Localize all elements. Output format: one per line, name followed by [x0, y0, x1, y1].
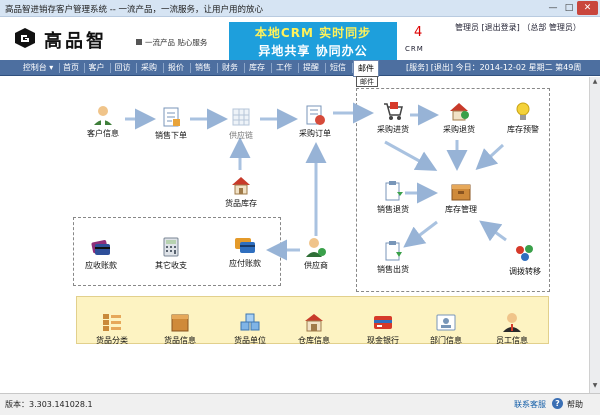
base-goods-info[interactable]: 货品信息: [155, 311, 205, 346]
warehouse-icon: [305, 314, 323, 332]
scroll-up-icon[interactable]: ▲: [591, 78, 599, 88]
purchase-order-icon: [306, 105, 325, 125]
bulb-icon: [516, 102, 530, 120]
bank-card-icon: [374, 316, 392, 329]
supply-chain-icon: [232, 108, 250, 126]
cards-icon: [91, 240, 110, 255]
flow-other-income[interactable]: 其它收支: [146, 236, 196, 271]
flow-purchase-return[interactable]: 采购退货: [436, 100, 482, 135]
flow-sales-return[interactable]: 销售退货: [368, 180, 418, 215]
base-data-panel: 货品分类 货品信息 货品单位 仓库信息 现金银行 部门信息 员工信息: [76, 296, 549, 346]
box-icon: [451, 184, 471, 201]
goods-box-icon: [171, 314, 189, 332]
supplier-icon: [306, 238, 326, 257]
cart-icon: [384, 102, 403, 120]
contact-service-link[interactable]: 联系客服: [514, 399, 546, 410]
clipboard-out-icon: [385, 241, 402, 261]
flow-payable[interactable]: 应付账款: [220, 234, 270, 269]
flow-customer-info[interactable]: 客户信息: [78, 104, 128, 139]
flow-stock-manage[interactable]: 库存管理: [436, 180, 486, 215]
flow-purchase-in[interactable]: 采购进货: [370, 100, 416, 135]
clipboard-icon: [385, 181, 403, 201]
flow-purchase-order[interactable]: 采购订单: [292, 104, 338, 139]
flow-sales-order[interactable]: 销售下单: [146, 106, 196, 141]
help-icon[interactable]: ?: [552, 398, 563, 409]
base-goods-category[interactable]: 货品分类: [87, 311, 137, 346]
base-warehouse-info[interactable]: 仓库信息: [289, 311, 339, 346]
customer-icon: [94, 106, 112, 125]
card-payment-icon: [235, 238, 255, 253]
flow-sales-out[interactable]: 销售出货: [368, 240, 418, 275]
flow-transfer[interactable]: 调拨转移: [500, 242, 550, 277]
scroll-down-icon[interactable]: ▼: [591, 382, 599, 392]
flow-supplier[interactable]: 供应商: [294, 236, 338, 271]
version-text: 版本：3.303.141028.1: [5, 400, 93, 409]
flow-goods-stock[interactable]: 货品库存: [216, 174, 266, 209]
base-goods-unit[interactable]: 货品单位: [225, 311, 275, 346]
flow-arrows: [125, 102, 507, 261]
cubes-icon: [240, 313, 260, 331]
house-return-icon: [450, 103, 469, 121]
calculator-icon: [163, 237, 179, 257]
flow-receivable[interactable]: 应收账款: [76, 236, 126, 271]
category-icon: [103, 314, 121, 331]
base-cash-bank[interactable]: 现金银行: [355, 311, 411, 346]
order-form-icon: [163, 107, 180, 127]
id-card-icon: [436, 314, 456, 331]
transfer-icon: [516, 245, 533, 261]
base-staff-info[interactable]: 员工信息: [487, 311, 537, 346]
help-link[interactable]: 帮助: [567, 399, 583, 410]
flow-stock-alert[interactable]: 库存预警: [498, 100, 548, 135]
base-department-info[interactable]: 部门信息: [421, 311, 471, 346]
flow-supply-chain[interactable]: 供应链: [216, 106, 266, 141]
house-icon: [232, 177, 250, 195]
vertical-scrollbar[interactable]: ▲ ▼: [589, 77, 600, 393]
staff-icon: [503, 313, 521, 332]
status-bar: 版本：3.303.141028.1 联系客服 ? 帮助: [0, 393, 600, 415]
